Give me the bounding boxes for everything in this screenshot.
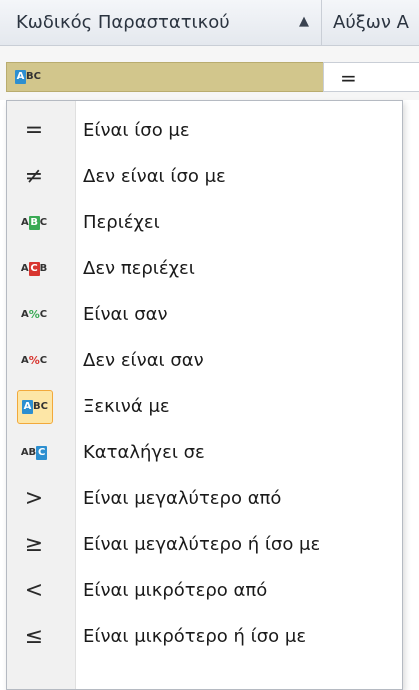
contains-icon: ABC — [20, 216, 48, 230]
menu-item-label: Ξεκινά με — [83, 396, 170, 417]
menu-item-equals[interactable]: = Είναι ίσο με — [7, 111, 402, 151]
not-like-icon: A% C — [20, 354, 48, 367]
menu-item-label: Είναι μικρότερο από — [83, 580, 268, 601]
column-header-label: Αύξων Α — [333, 12, 409, 33]
not-equals-icon: ≠ — [24, 164, 44, 189]
filter-condition-menu: = Είναι ίσο με ≠ Δεν είναι ίσο με ABC Πε… — [6, 100, 403, 690]
column-header-document-code[interactable]: Κωδικός Παραστατικού ▲ — [6, 0, 322, 45]
like-icon: A% C — [20, 308, 48, 321]
starts-with-icon: A BC — [15, 70, 41, 84]
filter-condition-button[interactable]: A BC — [6, 62, 324, 92]
less-than-icon: < — [24, 578, 44, 603]
menu-item-not-like[interactable]: A% C Δεν είναι σαν — [7, 341, 402, 381]
starts-with-icon: A BC — [17, 390, 53, 424]
grid-header: Κωδικός Παραστατικού ▲ Αύξων Α — [0, 0, 419, 46]
less-or-equal-icon: ≤ — [24, 624, 44, 649]
menu-item-less-than[interactable]: < Είναι μικρότερο από — [7, 571, 402, 611]
menu-item-starts-with[interactable]: A BC Ξεκινά με — [7, 387, 402, 427]
menu-item-like[interactable]: A% C Είναι σαν — [7, 295, 402, 335]
menu-item-label: Είναι σαν — [83, 304, 168, 325]
menu-item-greater-than[interactable]: > Είναι μεγαλύτερο από — [7, 479, 402, 519]
column-header-serial-number[interactable]: Αύξων Α — [323, 0, 419, 45]
ends-with-icon: AB C — [20, 446, 48, 460]
filter-cell-serial-number[interactable]: = — [323, 62, 419, 92]
menu-item-label: Είναι μικρότερο ή ίσο με — [83, 626, 307, 647]
not-contains-icon: ACB — [20, 262, 48, 276]
menu-item-label: Περιέχει — [83, 212, 160, 233]
menu-item-label: Είναι ίσο με — [83, 120, 190, 141]
menu-item-label: Είναι μεγαλύτερο από — [83, 488, 282, 509]
greater-or-equal-icon: ≥ — [24, 532, 44, 557]
menu-item-label: Είναι μεγαλύτερο ή ίσο με — [83, 534, 321, 555]
column-header-label: Κωδικός Παραστατικού — [16, 12, 230, 33]
menu-item-label: Δεν είναι σαν — [83, 350, 204, 371]
menu-item-contains[interactable]: ABC Περιέχει — [7, 203, 402, 243]
menu-item-not-equals[interactable]: ≠ Δεν είναι ίσο με — [7, 157, 402, 197]
menu-item-not-contains[interactable]: ACB Δεν περιέχει — [7, 249, 402, 289]
menu-item-label: Δεν περιέχει — [83, 258, 195, 279]
menu-item-less-or-equal[interactable]: ≤ Είναι μικρότερο ή ίσο με — [7, 617, 402, 657]
equals-icon: = — [24, 118, 44, 143]
equals-operator-icon: = — [340, 66, 357, 90]
sort-ascending-icon[interactable]: ▲ — [299, 14, 309, 29]
menu-item-label: Καταλήγει σε — [83, 442, 205, 463]
menu-item-ends-with[interactable]: AB C Καταλήγει σε — [7, 433, 402, 473]
greater-than-icon: > — [24, 486, 44, 511]
menu-item-greater-or-equal[interactable]: ≥ Είναι μεγαλύτερο ή ίσο με — [7, 525, 402, 565]
menu-item-label: Δεν είναι ίσο με — [83, 166, 226, 187]
